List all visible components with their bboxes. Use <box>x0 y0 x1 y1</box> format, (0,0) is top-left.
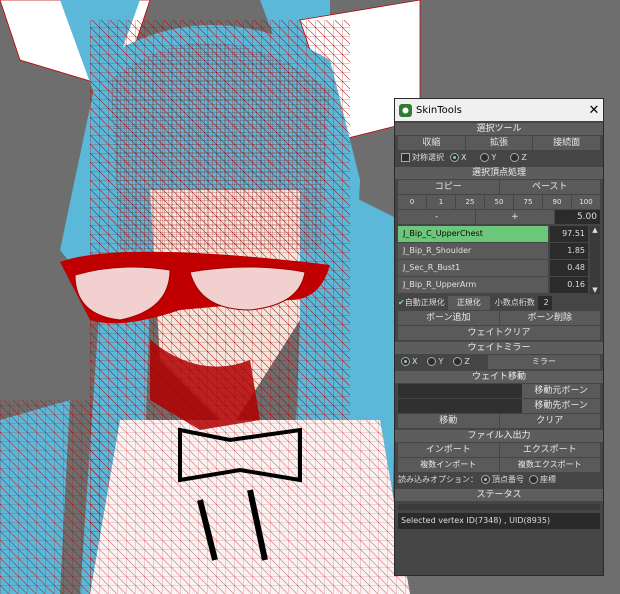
opt-vertex-radio[interactable]: 頂点番号 <box>481 473 524 487</box>
move-button[interactable]: 移動 <box>398 414 499 428</box>
move-clear-button[interactable]: クリア <box>499 414 600 428</box>
section-status: ステータス <box>395 489 603 501</box>
bone-item[interactable]: J_Bip_R_Shoulder <box>398 243 548 259</box>
auto-normalize-checkbox[interactable]: ✔自動正規化 <box>398 296 445 310</box>
bone-item[interactable]: J_Bip_C_UpperChest <box>398 226 548 242</box>
bone-weight-field[interactable]: 0.16 <box>550 277 588 293</box>
import-button[interactable]: インポート <box>398 443 499 457</box>
opt-coord-radio[interactable]: 座標 <box>529 473 556 487</box>
axis-x-radio[interactable]: X <box>450 151 466 165</box>
window-title: SkinTools <box>416 104 462 116</box>
preset-50-button[interactable]: 50 <box>485 195 513 209</box>
bone-item[interactable]: J_Bip_R_UpperArm <box>398 277 548 293</box>
add-bone-button[interactable]: ボーン追加 <box>398 311 499 325</box>
target-bone-field[interactable] <box>398 399 523 413</box>
mirror-x-radio[interactable]: X <box>401 355 417 369</box>
grow-button[interactable]: 拡張 <box>465 136 533 150</box>
status-message: Selected vertex ID(7348) , UID(8935) <box>398 513 600 529</box>
clear-weight-button[interactable]: ウェイトクリア <box>398 326 600 340</box>
preset-100-button[interactable]: 100 <box>572 195 600 209</box>
multi-import-button[interactable]: 複数インポート <box>398 458 499 472</box>
mirror-button[interactable]: ミラー <box>487 355 600 369</box>
multi-export-button[interactable]: 複数エクスポート <box>499 458 600 472</box>
decrement-button[interactable]: - <box>398 210 476 224</box>
bone-weight-field[interactable]: 97.51 <box>550 226 588 242</box>
section-vertex: 選択頂点処理 <box>395 167 603 179</box>
load-option-label: 読み込みオプション： <box>398 475 478 484</box>
title-bar[interactable]: SkinTools ✕ <box>395 99 603 121</box>
skintools-logo-icon <box>399 103 412 117</box>
symmetry-checkbox[interactable]: 対称選択 <box>401 151 444 165</box>
skintools-window: SkinTools ✕ 選択ツール 収縮 拡張 接続面 対称選択 X Y Z 選… <box>394 98 604 576</box>
source-bone-button[interactable]: 移動元ボーン <box>522 384 600 398</box>
connected-face-button[interactable]: 接続面 <box>533 136 601 150</box>
bone-weight-field[interactable]: 1.85 <box>550 243 588 259</box>
bone-item[interactable]: J_Sec_R_Bust1 <box>398 260 548 276</box>
bone-weight-field[interactable]: 0.48 <box>550 260 588 276</box>
paste-button[interactable]: ペースト <box>499 180 600 194</box>
step-value-field[interactable]: 5.00 <box>554 210 600 224</box>
remove-bone-button[interactable]: ボーン削除 <box>499 311 600 325</box>
section-mirror: ウェイトミラー <box>395 342 603 354</box>
bone-list-scrollbar[interactable]: ▲ ▼ <box>590 226 600 294</box>
axis-y-radio[interactable]: Y <box>480 151 496 165</box>
decimals-label: 小数点桁数 <box>494 298 535 307</box>
normalize-button[interactable]: 正規化 <box>447 296 490 310</box>
axis-z-radio[interactable]: Z <box>510 151 527 165</box>
status-progress <box>398 504 600 510</box>
scroll-down-icon[interactable]: ▼ <box>592 286 597 294</box>
section-fileio: ファイル入出力 <box>395 430 603 442</box>
preset-75-button[interactable]: 75 <box>514 195 542 209</box>
preset-25-button[interactable]: 25 <box>456 195 484 209</box>
increment-button[interactable]: + <box>476 210 554 224</box>
preset-1-button[interactable]: 1 <box>427 195 455 209</box>
preset-90-button[interactable]: 90 <box>543 195 571 209</box>
target-bone-button[interactable]: 移動先ボーン <box>522 399 600 413</box>
section-select-tool: 選択ツール <box>395 123 603 135</box>
export-button[interactable]: エクスポート <box>499 443 600 457</box>
scroll-up-icon[interactable]: ▲ <box>592 226 597 234</box>
close-icon[interactable]: ✕ <box>585 103 603 118</box>
source-bone-field[interactable] <box>398 384 523 398</box>
section-move: ウェイト移動 <box>395 371 603 383</box>
shrink-button[interactable]: 収縮 <box>398 136 465 150</box>
mirror-y-radio[interactable]: Y <box>427 355 443 369</box>
mirror-z-radio[interactable]: Z <box>453 355 470 369</box>
preset-0-button[interactable]: 0 <box>398 195 426 209</box>
decimals-field[interactable]: 2 <box>537 296 552 310</box>
copy-button[interactable]: コピー <box>398 180 499 194</box>
